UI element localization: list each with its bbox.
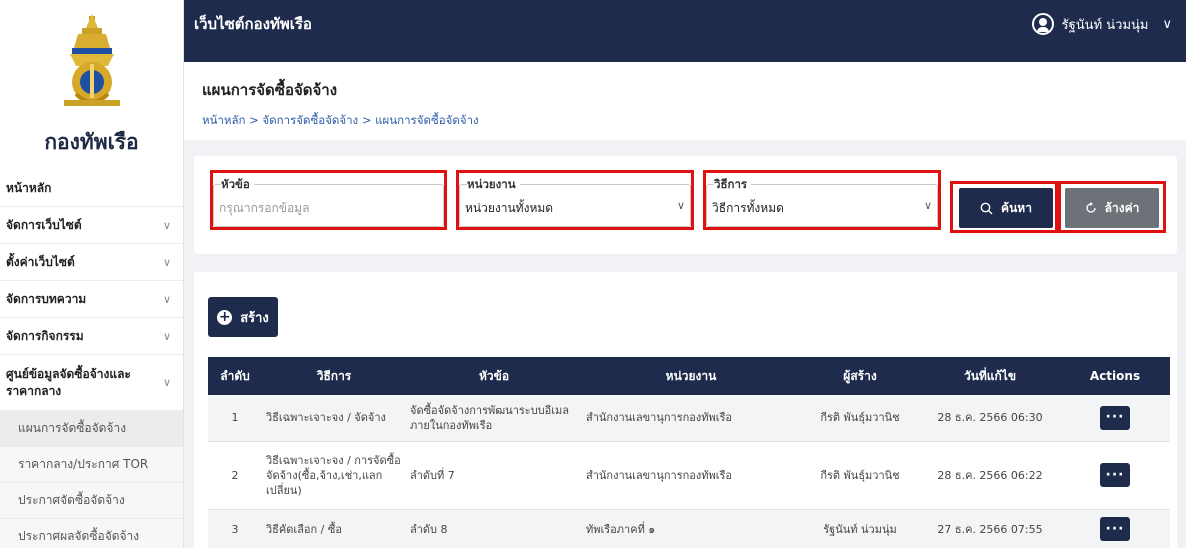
procurement-table: ลำดับ วิธีการ หัวข้อ หน่วยงาน ผู้สร้าง ว… [208, 357, 1170, 548]
cell-method: วิธีคัดเลือก / ซื้อ [266, 522, 342, 536]
cell-actions: ··· [1060, 509, 1170, 548]
sidebar-item-website-settings[interactable]: ตั้งค่าเว็บไซต์ ∨ [0, 244, 183, 281]
cell-actions: ··· [1060, 395, 1170, 441]
more-actions-button[interactable]: ··· [1100, 463, 1130, 487]
sidebar-item-label: ศูนย์ข้อมูลจัดซื้อจ้างและราคากลาง [6, 366, 131, 398]
unit-select-value: หน่วยงานทั้งหมด [465, 201, 554, 215]
sidebar-item-articles[interactable]: จัดการบทความ ∨ [0, 281, 183, 318]
user-menu[interactable]: รัฐนันท์ น่วมนุ่ม ∨ [1031, 13, 1172, 35]
top-bar: เว็บไซต์กองทัพเรือ รัฐนันท์ น่วมนุ่ม ∨ [184, 0, 1186, 62]
search-button-label: ค้นหา [1001, 200, 1032, 215]
method-select[interactable]: วิธีการ วิธีการทั้งหมด ∨ [703, 170, 941, 230]
reset-button-label: ล้างค่า [1104, 200, 1140, 215]
chevron-down-icon: ∨ [676, 199, 685, 212]
unit-select[interactable]: หน่วยงาน หน่วยงานทั้งหมด ∨ [456, 170, 694, 230]
sidebar-subitem-procurement-result[interactable]: ประกาศผลจัดซื้อจัดจ้าง [0, 519, 183, 548]
method-select-value: วิธีการทั้งหมด [712, 201, 784, 215]
page-title: แผนการจัดซื้อจัดจ้าง [202, 81, 338, 99]
cell-no: 1 [231, 411, 239, 425]
sidebar-subitem-procurement-announcement[interactable]: ประกาศจัดซื้อจัดจ้าง [0, 483, 183, 519]
chevron-down-icon: ∨ [162, 218, 171, 232]
table-row: 2 วิธีเฉพาะเจาะจง / การจัดซื้อจัดจ้าง(ซื… [208, 441, 1170, 509]
sidebar-item-website-manage[interactable]: จัดการเว็บไซต์ ∨ [0, 207, 183, 244]
cell-date: 28 ธ.ค. 2566 06:30 [937, 411, 1043, 425]
table-row: 1 วิธีเฉพาะเจาะจง / จัดจ้าง จัดซื้อจัดจ้… [208, 395, 1170, 441]
cell-date: 27 ธ.ค. 2566 07:55 [937, 522, 1043, 536]
unit-label: หน่วยงาน [467, 176, 520, 194]
table-header-row: ลำดับ วิธีการ หัวข้อ หน่วยงาน ผู้สร้าง ว… [208, 357, 1170, 395]
cell-unit: ทัพเรือภาคที่ ๑ [586, 522, 656, 536]
sidebar-item-label: จัดการกิจกรรม [6, 328, 84, 343]
header-unit: หน่วยงาน [665, 368, 717, 383]
search-button[interactable]: ค้นหา [959, 188, 1053, 228]
breadcrumb[interactable]: หน้าหลัก > จัดการจัดซื้อจัดจ้าง > แผนการ… [202, 112, 1186, 130]
sidebar-item-activities[interactable]: จัดการกิจกรรม ∨ [0, 318, 183, 355]
cell-date: 28 ธ.ค. 2566 06:22 [937, 468, 1043, 482]
topic-input[interactable]: กรุณากรอกข้อมูล [219, 199, 309, 218]
header-no: ลำดับ [220, 368, 250, 383]
create-button-label: สร้าง [240, 310, 269, 326]
sidebar-item-label: จัดการบทความ [6, 291, 87, 306]
chevron-down-icon: ∨ [1162, 16, 1172, 32]
cell-method: วิธีเฉพาะเจาะจง / จัดจ้าง [266, 411, 386, 425]
chevron-down-icon: ∨ [923, 199, 932, 212]
cell-method: วิธีเฉพาะเจาะจง / การจัดซื้อจัดจ้าง(ซื้อ… [266, 453, 401, 497]
cell-unit: สำนักงานเลขานุการกองทัพเรือ [586, 411, 733, 425]
method-label: วิธีการ [714, 176, 752, 194]
sidebar-subitem-label: แผนการจัดซื้อจัดจ้าง [18, 421, 127, 435]
navy-emblem-icon [63, 14, 120, 106]
topic-label: หัวข้อ [221, 176, 254, 194]
page-header: แผนการจัดซื้อจัดจ้าง หน้าหลัก > จัดการจั… [184, 62, 1186, 140]
more-actions-button[interactable]: ··· [1100, 517, 1130, 541]
plus-circle-icon: + [217, 308, 233, 325]
cell-creator: รัฐนันท์ น่วมนุ่ม [823, 522, 897, 536]
user-name: รัฐนันท์ น่วมนุ่ม [1061, 17, 1149, 33]
refresh-icon [1086, 202, 1096, 213]
cell-topic: ลำดับที่ 7 [410, 468, 455, 482]
search-icon [980, 202, 993, 214]
cell-creator: กีรติ พันธุ์มวานิช [820, 411, 900, 425]
sidebar-item-label: ตั้งค่าเว็บไซต์ [6, 254, 75, 269]
more-actions-button[interactable]: ··· [1100, 405, 1130, 430]
sidebar-subitem-label: ประกาศจัดซื้อจัดจ้าง [18, 493, 125, 507]
user-circle-icon [1031, 13, 1054, 35]
cell-unit: สำนักงานเลขานุการกองทัพเรือ [586, 468, 733, 482]
header-creator: ผู้สร้าง [843, 368, 877, 383]
cell-topic: จัดซื้อจัดจ้างการพัฒนาระบบอีเมลภายในกองท… [410, 403, 570, 432]
sidebar-item-procurement-center[interactable]: ศูนย์ข้อมูลจัดซื้อจ้างและราคากลาง ∨ [0, 355, 183, 411]
create-button[interactable]: + สร้าง [208, 297, 278, 337]
header-date: วันที่แก้ไข [963, 368, 1017, 383]
header-topic: หัวข้อ [478, 368, 510, 383]
sidebar-item-label: จัดการเว็บไซต์ [6, 217, 82, 232]
cell-creator: กีรติ พันธุ์มวานิช [820, 468, 900, 482]
sidebar-subitem-label: ประกาศผลจัดซื้อจัดจ้าง [18, 529, 140, 543]
logo-area: กองทัพเรือ [0, 0, 183, 170]
cell-topic: ลำดับ 8 [410, 522, 448, 536]
sidebar-item-home[interactable]: หน้าหลัก [0, 170, 183, 207]
header-actions: Actions [1089, 369, 1141, 383]
table-row: 3 วิธีคัดเลือก / ซื้อ ลำดับ 8 ทัพเรือภาค… [208, 509, 1170, 548]
sidebar-subitem-median-price-tor[interactable]: ราคากลาง/ประกาศ TOR [0, 447, 183, 483]
sidebar: กองทัพเรือ หน้าหลัก จัดการเว็บไซต์ ∨ ตั้… [0, 0, 184, 548]
chevron-down-icon: ∨ [162, 292, 171, 306]
chevron-down-icon: ∨ [162, 329, 171, 343]
brand-title: กองทัพเรือ [44, 130, 139, 154]
sidebar-subitem-label: ราคากลาง/ประกาศ TOR [18, 457, 149, 471]
sidebar-subitem-procurement-plan[interactable]: แผนการจัดซื้อจัดจ้าง [0, 411, 183, 447]
topic-field[interactable]: หัวข้อ กรุณากรอกข้อมูล [210, 170, 447, 230]
chevron-down-icon: ∨ [162, 376, 171, 389]
cell-actions: ··· [1060, 441, 1170, 509]
header-method: วิธีการ [316, 368, 352, 383]
site-title: เว็บไซต์กองทัพเรือ [194, 15, 312, 33]
chevron-down-icon: ∨ [162, 255, 171, 269]
reset-button[interactable]: ล้างค่า [1065, 188, 1159, 228]
sidebar-item-label: หน้าหลัก [6, 180, 52, 195]
cell-no: 2 [231, 468, 239, 482]
cell-no: 3 [231, 522, 239, 536]
